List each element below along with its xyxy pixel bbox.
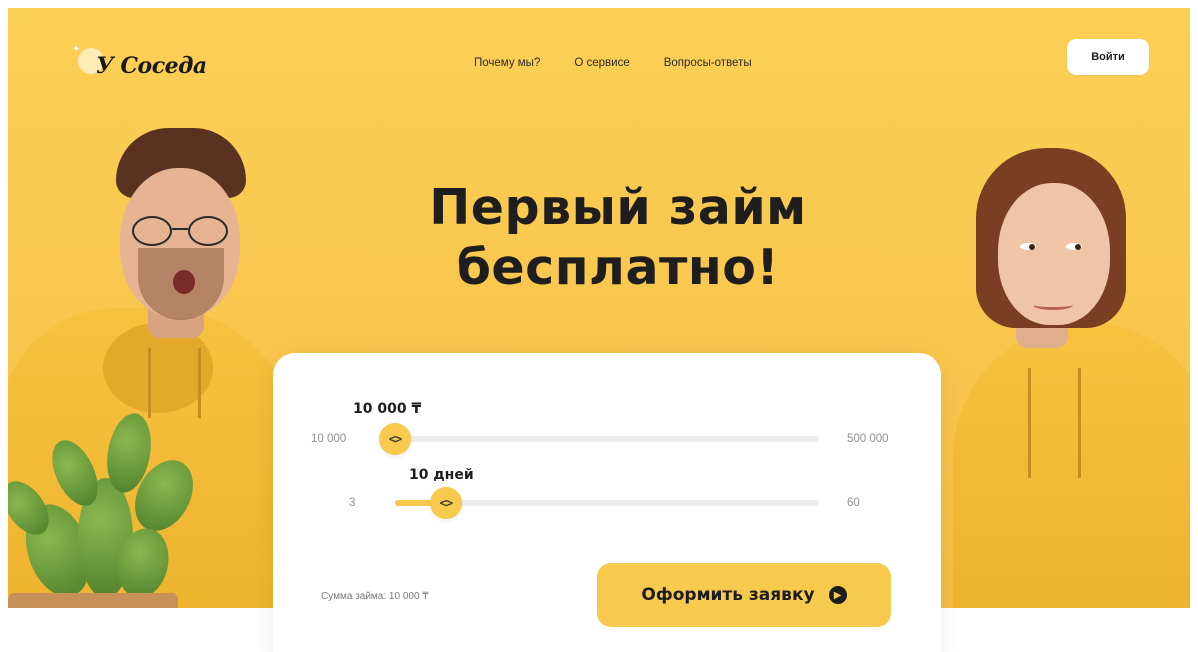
logo[interactable]: ✦ У Соседа: [72, 44, 207, 86]
nav-faq[interactable]: Вопросы-ответы: [664, 57, 752, 69]
amount-min-label: 10 000: [311, 433, 347, 445]
loan-sum-summary: Сумма займа: 10 000 ₸: [321, 591, 429, 602]
drag-arrows-icon: <>: [439, 496, 453, 510]
arrow-right-circle-icon: ▶: [828, 586, 847, 604]
amount-slider-thumb[interactable]: <>: [379, 423, 411, 455]
main-nav: Почему мы? О сервисе Вопросы-ответы: [474, 57, 752, 69]
loan-calculator-card: 10 000 ₸ 10 000 <> 500 000 10 дней 3 <> …: [273, 353, 941, 652]
nav-why-us[interactable]: Почему мы?: [474, 57, 540, 69]
term-slider-thumb[interactable]: <>: [429, 487, 462, 519]
page-title: Первый займ бесплатно!: [348, 178, 888, 298]
headline-line-1: Первый займ: [429, 179, 807, 236]
submit-application-label: Оформить заявку: [641, 585, 815, 605]
login-button[interactable]: Войти: [1067, 39, 1149, 75]
amount-slider-track[interactable]: <>: [379, 423, 819, 455]
term-slider-track[interactable]: <>: [395, 487, 819, 519]
drag-arrows-icon: <>: [388, 432, 402, 446]
term-max-label: 60: [847, 497, 860, 509]
nav-about[interactable]: О сервисе: [574, 57, 629, 69]
amount-value: 10 000 ₸: [353, 401, 422, 417]
submit-application-button[interactable]: Оформить заявку ▶: [597, 563, 891, 627]
amount-max-label: 500 000: [847, 433, 889, 445]
term-value: 10 дней: [409, 467, 474, 483]
logo-text: У Соседа: [96, 53, 207, 79]
headline-line-2: бесплатно!: [456, 239, 780, 296]
term-min-label: 3: [349, 497, 356, 509]
